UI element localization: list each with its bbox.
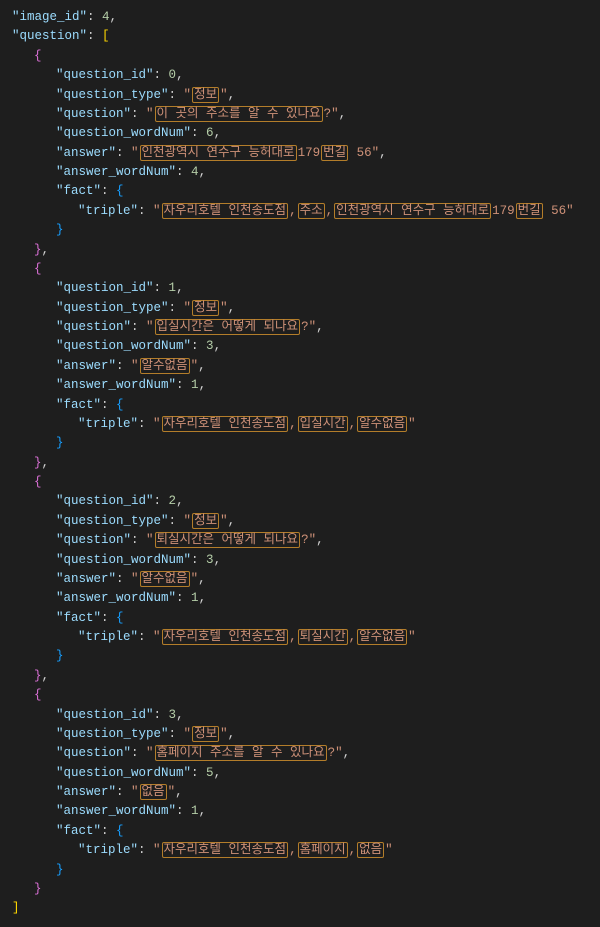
qwn-line: "question_wordNum": 5, — [12, 764, 588, 783]
obj-open: { — [12, 47, 588, 66]
triple-line: "triple": "자우리호텔 인천송도점,홈페이지,없음" — [12, 841, 588, 860]
fact-close: } — [12, 434, 588, 453]
fact-open: "fact": { — [12, 182, 588, 201]
qtype-line: "question_type": "정보", — [12, 299, 588, 318]
question-item: { "question_id": 0, "question_type": "정보… — [12, 47, 588, 260]
obj-close: }, — [12, 454, 588, 473]
trailing-comma: , — [42, 243, 50, 257]
image-id-line: "image_id": 4, — [12, 8, 588, 27]
array-close: ] — [12, 899, 588, 918]
obj-open: { — [12, 473, 588, 492]
trailing-comma: , — [42, 456, 50, 470]
awn-line: "answer_wordNum": 1, — [12, 589, 588, 608]
answer-line: "answer": "알수없음", — [12, 570, 588, 589]
fact-close: } — [12, 221, 588, 240]
triple-line: "triple": "자우리호텔 인천송도점,주소,인천광역시 연수구 능허대로… — [12, 202, 588, 221]
answer-line: "answer": "알수없음", — [12, 357, 588, 376]
obj-close: }, — [12, 241, 588, 260]
qwn-line: "question_wordNum": 6, — [12, 124, 588, 143]
qid-line: "question_id": 1, — [12, 279, 588, 298]
triple-line: "triple": "자우리호텔 인천송도점,입실시간,알수없음" — [12, 415, 588, 434]
obj-close: } — [12, 880, 588, 899]
fact-open: "fact": { — [12, 609, 588, 628]
image-id-key: "image_id" — [12, 10, 87, 24]
triple-line: "triple": "자우리호텔 인천송도점,퇴실시간,알수없음" — [12, 628, 588, 647]
fact-open: "fact": { — [12, 822, 588, 841]
code-block: "image_id": 4, "question": [ { "question… — [12, 8, 588, 919]
question-item: { "question_id": 2, "question_type": "정보… — [12, 473, 588, 686]
obj-open: { — [12, 260, 588, 279]
trailing-comma: , — [42, 669, 50, 683]
qtype-line: "question_type": "정보", — [12, 725, 588, 744]
image-id-val: 4 — [102, 10, 110, 24]
qid-line: "question_id": 2, — [12, 492, 588, 511]
question-item: { "question_id": 1, "question_type": "정보… — [12, 260, 588, 473]
qid-line: "question_id": 3, — [12, 706, 588, 725]
question-array: { "question_id": 0, "question_type": "정보… — [12, 47, 588, 900]
qwn-line: "question_wordNum": 3, — [12, 337, 588, 356]
question-line: "question": "입실시간은 어떻게 되나요?", — [12, 318, 588, 337]
question-item: { "question_id": 3, "question_type": "정보… — [12, 686, 588, 899]
qid-line: "question_id": 0, — [12, 66, 588, 85]
question-line: "question": "퇴실시간은 어떻게 되나요?", — [12, 531, 588, 550]
question-key-line: "question": [ — [12, 27, 588, 46]
answer-line: "answer": "없음", — [12, 783, 588, 802]
qtype-line: "question_type": "정보", — [12, 86, 588, 105]
awn-line: "answer_wordNum": 1, — [12, 802, 588, 821]
fact-close: } — [12, 861, 588, 880]
obj-close: }, — [12, 667, 588, 686]
fact-open: "fact": { — [12, 396, 588, 415]
question-line: "question": "이 곳의 주소를 알 수 있나요?", — [12, 105, 588, 124]
question-line: "question": "홈페이지 주소를 알 수 있나요?", — [12, 744, 588, 763]
answer-line: "answer": "인천광역시 연수구 능허대로179번길 56", — [12, 144, 588, 163]
obj-open: { — [12, 686, 588, 705]
qwn-line: "question_wordNum": 3, — [12, 551, 588, 570]
question-key: "question" — [12, 29, 87, 43]
awn-line: "answer_wordNum": 4, — [12, 163, 588, 182]
awn-line: "answer_wordNum": 1, — [12, 376, 588, 395]
fact-close: } — [12, 647, 588, 666]
qtype-line: "question_type": "정보", — [12, 512, 588, 531]
